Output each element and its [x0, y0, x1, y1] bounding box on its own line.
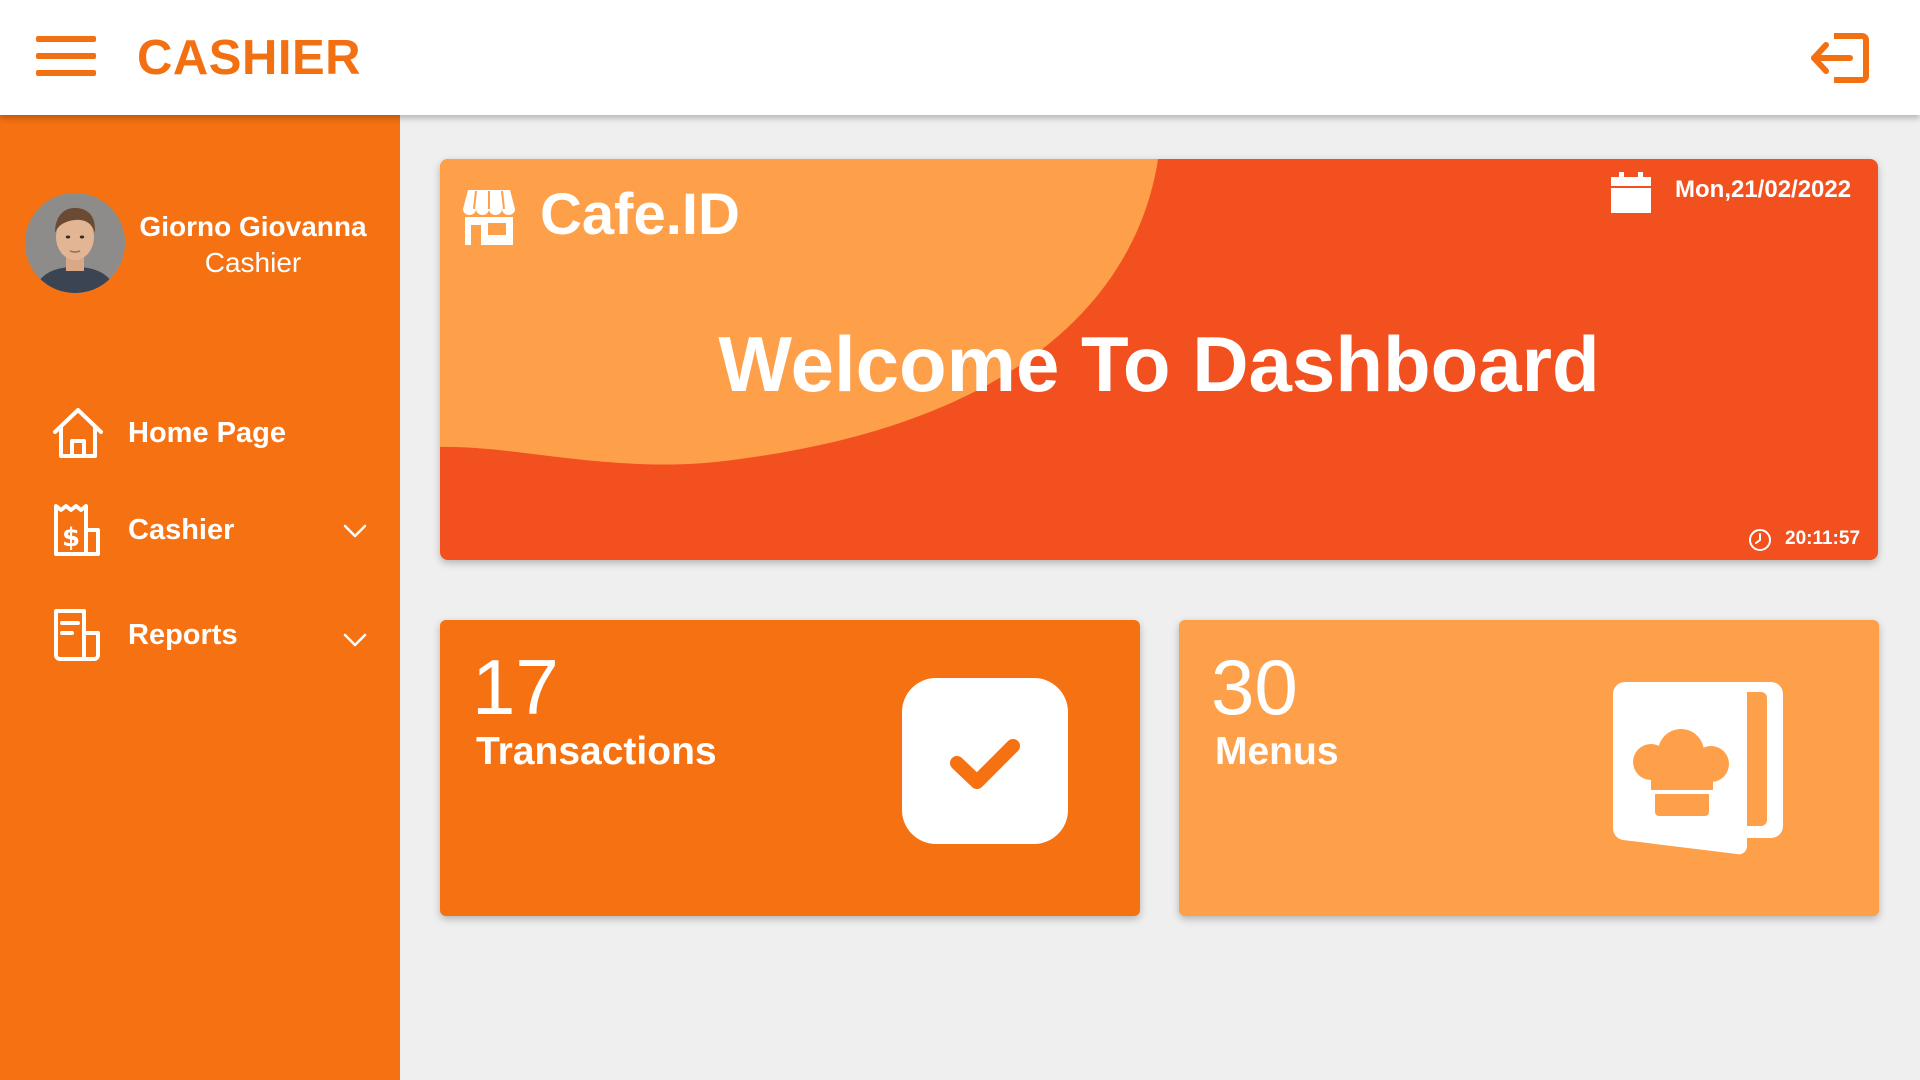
user-role: Cashier [204, 247, 302, 278]
sidebar-item-cashier[interactable]: $ Cashier [0, 492, 400, 568]
sidebar-item-label: Reports [128, 619, 238, 651]
menus-card[interactable]: 30 Menus [1179, 620, 1879, 916]
sidebar-item-reports[interactable]: Reports [0, 597, 400, 673]
hamburger-menu-icon[interactable] [36, 36, 96, 80]
check-icon [902, 678, 1068, 844]
cafe-brand-name: Cafe.ID [540, 182, 740, 247]
home-icon [53, 408, 103, 458]
logout-icon[interactable] [1808, 28, 1872, 88]
transactions-count: 17 [472, 643, 559, 731]
sidebar-item-home-page[interactable]: Home Page [0, 395, 400, 471]
current-date: Mon,21/02/2022 [1675, 176, 1852, 203]
chevron-down-icon [343, 633, 367, 647]
transactions-card[interactable]: 17 Transactions [440, 620, 1140, 916]
menus-count: 30 [1211, 643, 1298, 731]
sidebar-item-label: Home Page [128, 417, 286, 449]
avatar [25, 193, 125, 293]
current-time: 20:11:57 [1785, 528, 1861, 549]
clock-icon [1749, 529, 1771, 551]
welcome-banner: Cafe.ID Mon,21/02/2022 Welcome To Dashbo… [440, 159, 1878, 560]
sidebar-item-label: Cashier [128, 514, 235, 546]
sidebar: Giorno Giovanna Cashier Home Page $ Cash… [0, 115, 400, 1080]
chevron-down-icon [343, 524, 367, 538]
user-name: Giorno Giovanna [139, 211, 367, 242]
store-icon [463, 190, 515, 245]
chef-menu-icon [1612, 682, 1783, 855]
calendar-icon [1611, 172, 1651, 213]
app-title: CASHIER [137, 31, 362, 85]
transactions-label: Transactions [476, 730, 717, 773]
menus-label: Menus [1215, 730, 1339, 773]
report-icon [54, 609, 100, 661]
top-bar: CASHIER [0, 0, 1920, 115]
welcome-title: Welcome To Dashboard [718, 320, 1600, 408]
svg-text:$: $ [62, 523, 80, 553]
receipt-icon: $ [54, 504, 100, 556]
